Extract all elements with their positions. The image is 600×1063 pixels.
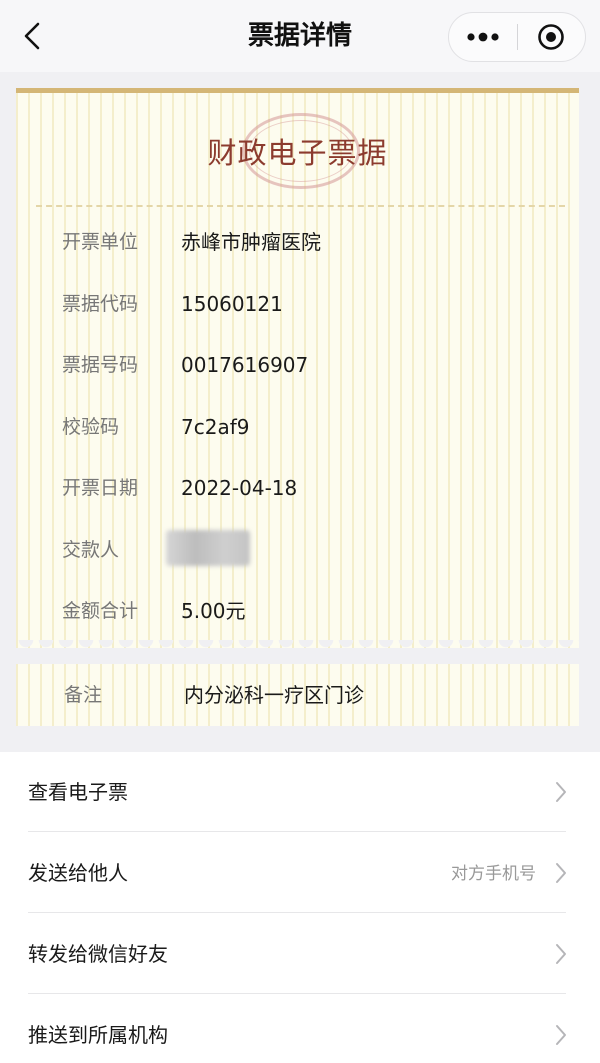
receipt-row-number: 票据号码 0017616907 [16,334,579,396]
receipt-title: 财政电子票据 [207,136,388,170]
action-label: 查看电子票 [28,780,128,804]
more-button[interactable] [449,13,517,61]
target-circle-icon [538,24,565,50]
row-label: 金额合计 [62,600,139,622]
row-value: 5.00元 [181,599,246,623]
divider [28,831,566,832]
receipt-row-date: 开票日期 2022-04-18 [16,457,579,519]
view-e-receipt-item[interactable]: 查看电子票 [0,752,600,832]
mini-program-capsule [448,12,586,62]
forward-to-wechat-item[interactable]: 转发给微信好友 [0,914,600,994]
receipt-row-payer: 交款人 [16,519,579,581]
action-hint: 对方手机号 [451,864,536,884]
row-value: 15060121 [181,292,283,316]
row-value: 赤峰市肿瘤医院 [181,230,321,254]
action-label: 转发给微信好友 [28,942,168,966]
receipt-card: 财政电子票据 开票单位 赤峰市肿瘤医院 票据代码 15060121 票据号码 0… [16,88,579,648]
divider [28,912,566,913]
remark-value: 内分泌科一疗区门诊 [184,683,364,707]
receipt-tear-edge [16,640,579,662]
row-label: 校验码 [62,416,120,438]
action-label: 发送给他人 [28,861,128,885]
row-label: 票据号码 [62,354,139,376]
remark-card: 备注 内分泌科一疗区门诊 [16,664,579,726]
chevron-right-icon [556,782,566,802]
more-dots-icon [467,32,499,42]
row-label: 票据代码 [62,293,139,315]
chevron-right-icon [556,944,566,964]
receipt-row-issuer: 开票单位 赤峰市肿瘤医院 [16,211,579,273]
action-label: 推送到所属机构 [28,1023,168,1047]
row-value: 0017616907 [181,353,309,377]
push-to-institution-item[interactable]: 推送到所属机构 [0,995,600,1063]
title-divider [36,205,565,207]
action-list: 查看电子票 发送给他人 对方手机号 转发给微信好友 推送到所属机构 [0,752,600,1063]
remark-label: 备注 [64,684,103,706]
receipt-row-code: 票据代码 15060121 [16,273,579,335]
navigation-bar: 票据详情 [0,0,600,72]
chevron-right-icon [556,1025,566,1045]
send-to-others-item[interactable]: 发送给他人 对方手机号 [0,833,600,913]
receipt-row-check-code: 校验码 7c2af9 [16,396,579,458]
row-value: 7c2af9 [181,415,250,439]
row-label: 交款人 [62,539,120,561]
row-label: 开票单位 [62,231,139,253]
row-value: 2022-04-18 [181,476,298,500]
chevron-right-icon [556,863,566,883]
close-button[interactable] [518,13,586,61]
receipt-row-amount: 金额合计 5.00元 [16,580,579,642]
row-label: 开票日期 [62,477,139,499]
payer-name-blurred [166,530,250,566]
divider [28,993,566,994]
